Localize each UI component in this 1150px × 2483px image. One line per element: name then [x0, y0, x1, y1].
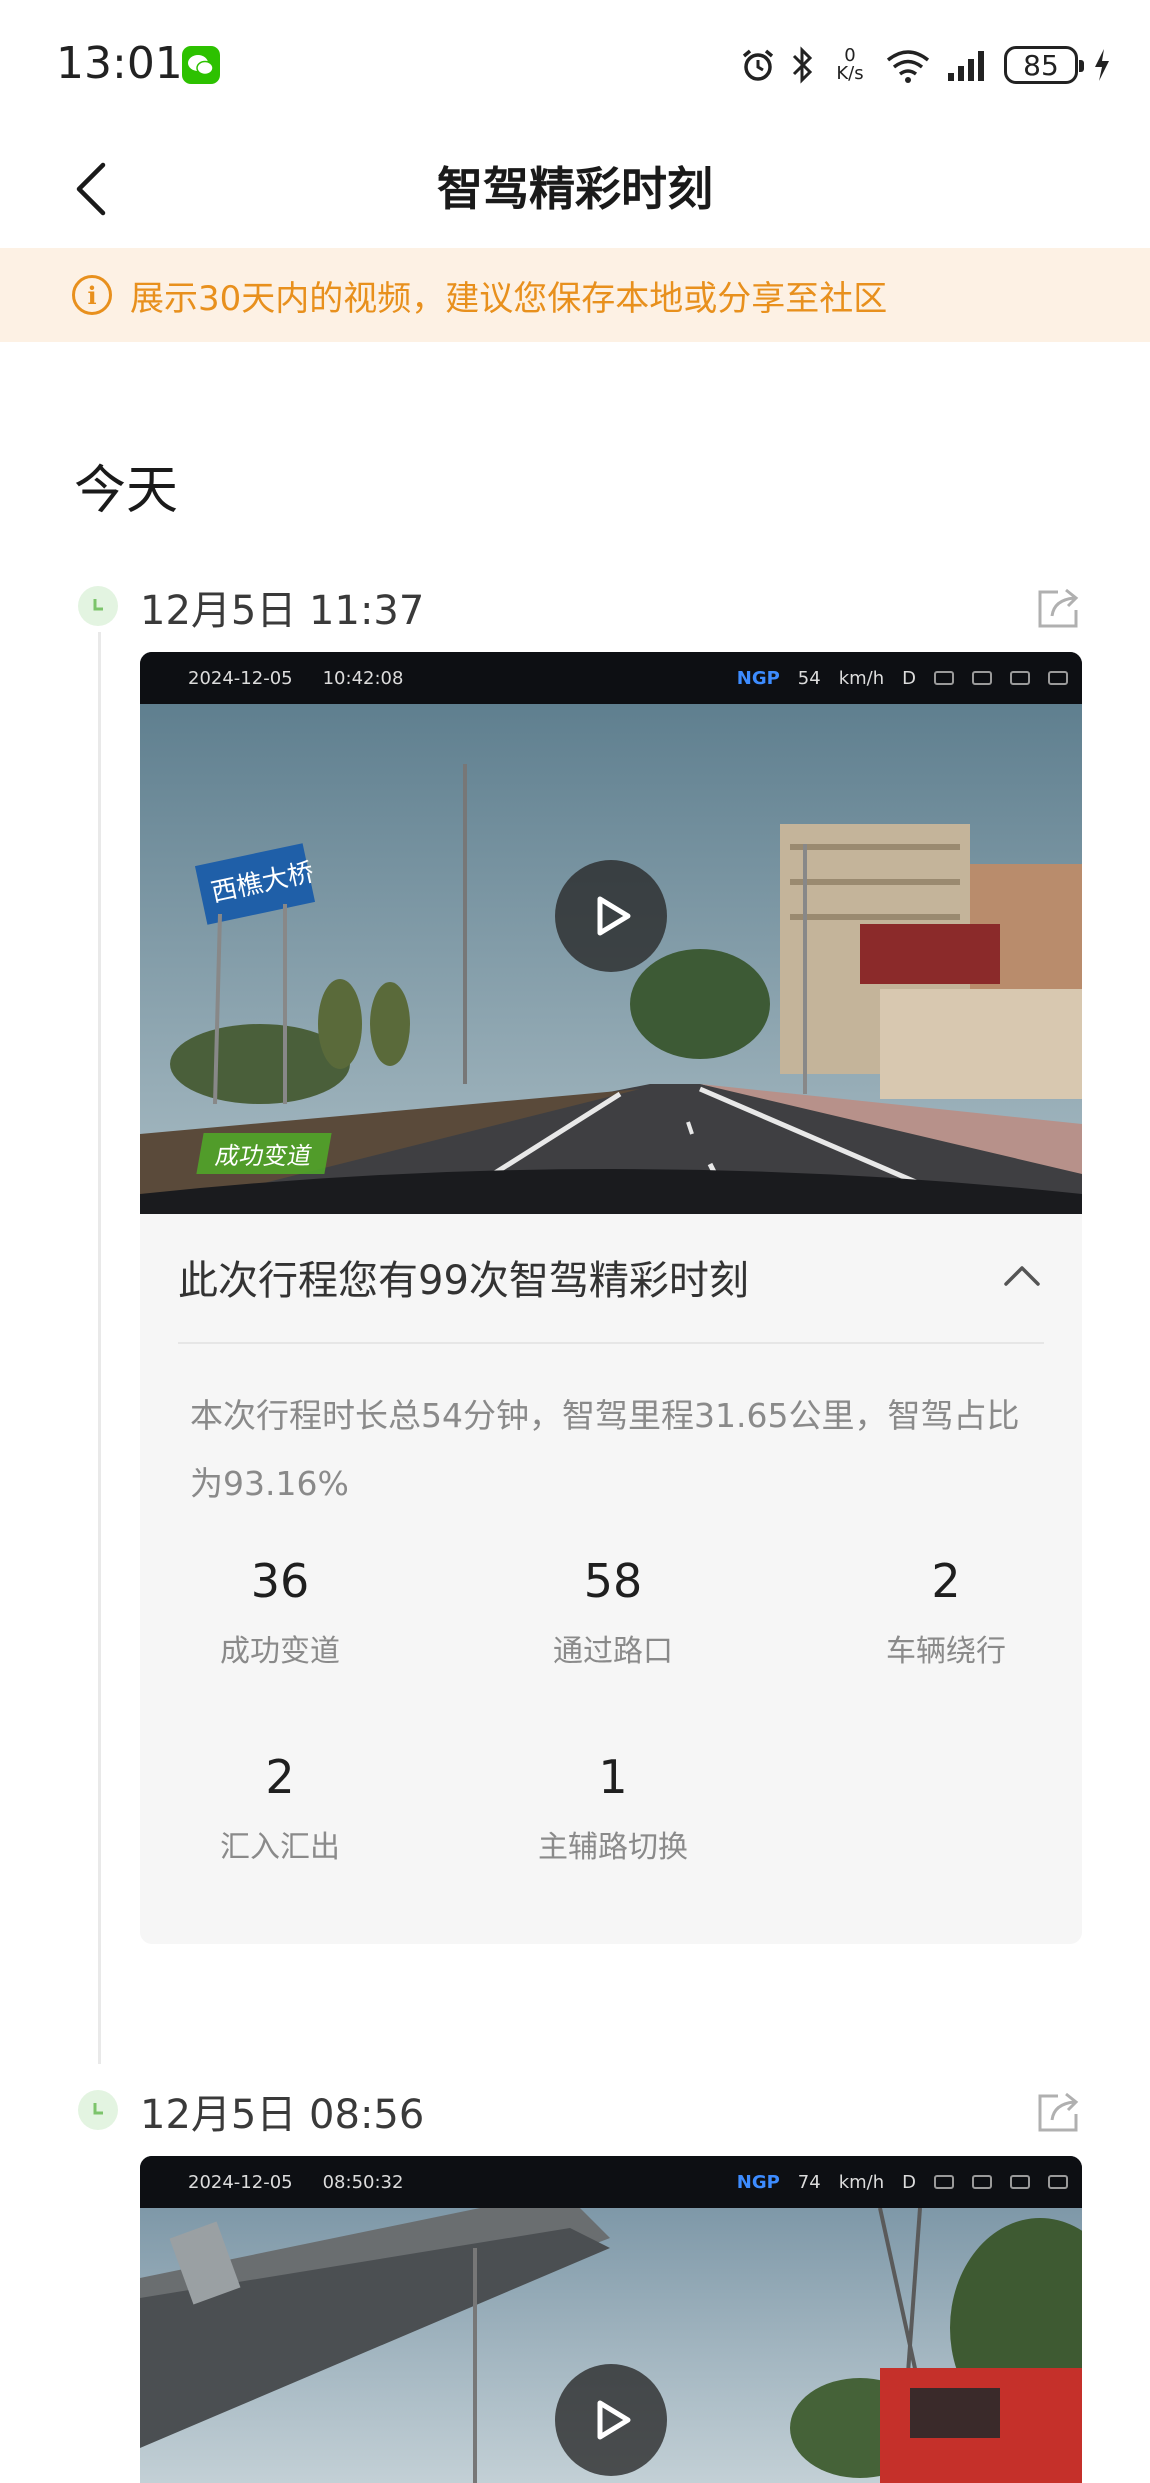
page-title: 智驾精彩时刻: [437, 162, 713, 216]
header: 智驾精彩时刻: [0, 130, 1150, 248]
hud-indicator-icon: [934, 2175, 954, 2189]
summary-headline: 此次行程您有99次智驾精彩时刻: [178, 1258, 749, 1304]
stat-label: 主辅路切换: [538, 1830, 688, 1865]
video-thumbnail[interactable]: 2024-12-05 10:42:08 NGP 54 km/h D 西樵大桥 成…: [140, 652, 1082, 1214]
hud-mode: NGP: [736, 2171, 780, 2193]
hud-indicator-icon: [972, 2175, 992, 2189]
share-button[interactable]: [1034, 584, 1082, 632]
notice-text: 展示30天内的视频，建议您保存本地或分享至社区: [130, 278, 888, 319]
status-time: 13:01: [56, 38, 183, 89]
clock-icon: [78, 586, 118, 626]
hud-indicator-icon: [934, 671, 954, 685]
hud-right: NGP 54 km/h D: [737, 652, 1068, 704]
stat-item: 2 汇入汇出: [130, 1750, 430, 1866]
stat-value: 2: [931, 1554, 961, 1608]
trip-time: 12月5日 08:56: [140, 2092, 425, 2138]
back-button[interactable]: [56, 154, 126, 224]
summary-description: 本次行程时长总54分钟，智驾里程31.65公里，智驾占比为93.16%: [190, 1396, 1020, 1503]
hud-time: 08:50:32: [322, 2171, 404, 2193]
video-hud: 2024-12-05 08:50:32 NGP 74 km/h D: [140, 2156, 1082, 2208]
wifi-icon: [886, 50, 930, 83]
hud-indicator-icon: [972, 671, 992, 685]
stat-label: 通过路口: [553, 1634, 673, 1669]
lane-change-badge: 成功变道: [196, 1133, 332, 1174]
video-thumbnail[interactable]: 2024-12-05 08:50:32 NGP 74 km/h D: [140, 2156, 1082, 2483]
stat-item: 1 主辅路切换: [463, 1750, 763, 1866]
stat-label: 汇入汇出: [220, 1830, 340, 1865]
hud-unit: km/h: [838, 2171, 885, 2193]
stat-item: 36 成功变道: [130, 1554, 430, 1670]
stat-value: 36: [250, 1554, 310, 1608]
hud-date: 2024-12-05: [188, 2171, 293, 2193]
play-icon: [597, 2400, 631, 2440]
hud-indicator-icon: [1048, 671, 1068, 685]
hud-unit: km/h: [838, 667, 885, 689]
trip-time: 12月5日 11:37: [140, 588, 425, 634]
back-arrow-icon: [76, 162, 106, 216]
stat-label: 成功变道: [220, 1634, 340, 1669]
stat-item: 2 车辆绕行: [796, 1554, 1096, 1670]
play-button[interactable]: [555, 2364, 667, 2476]
net-speed: 0 K/s: [830, 47, 870, 83]
stat-value: 1: [598, 1750, 628, 1804]
hud-indicator-icon: [1048, 2175, 1068, 2189]
battery-indicator: 85: [1004, 46, 1084, 84]
play-button[interactable]: [555, 860, 667, 972]
stat-item: 58 通过路口: [463, 1554, 763, 1670]
signal-icon: [948, 51, 984, 81]
play-icon: [597, 896, 631, 936]
hud-indicator-icon: [1010, 2175, 1030, 2189]
notice-banner: i 展示30天内的视频，建议您保存本地或分享至社区: [0, 248, 1150, 342]
alarm-icon: [742, 49, 774, 81]
hud-right: NGP 74 km/h D: [737, 2156, 1068, 2208]
collapse-button[interactable]: [1000, 1254, 1044, 1298]
hud-indicator-icon: [1010, 671, 1030, 685]
charging-icon: [1095, 49, 1109, 81]
status-bar: 13:01 0 K/s 85: [0, 0, 1150, 130]
status-icons: 0 K/s 85: [740, 40, 1112, 90]
clock-icon: [78, 2090, 118, 2130]
chevron-up-icon: [1004, 1266, 1040, 1286]
video-hud: 2024-12-05 10:42:08 NGP 54 km/h D: [140, 652, 1082, 704]
stat-value: 58: [583, 1554, 643, 1608]
hud-gear: D: [902, 667, 916, 689]
wechat-icon: [182, 46, 220, 84]
net-speed-unit: K/s: [836, 63, 864, 84]
share-icon: [1038, 588, 1079, 628]
hud-mode: NGP: [736, 667, 780, 689]
trip-summary-card: 此次行程您有99次智驾精彩时刻 本次行程时长总54分钟，智驾里程31.65公里，…: [140, 1214, 1082, 1944]
hud-date: 2024-12-05: [188, 667, 293, 689]
hud-time: 10:42:08: [322, 667, 404, 689]
share-icon: [1038, 2092, 1079, 2132]
share-button[interactable]: [1034, 2088, 1082, 2136]
timeline-line: [98, 632, 101, 2064]
divider: [178, 1342, 1044, 1344]
hud-speed: 74: [797, 2171, 821, 2193]
hud-speed: 54: [797, 667, 821, 689]
section-title: 今天: [74, 461, 179, 521]
hud-gear: D: [902, 2171, 916, 2193]
info-icon: i: [72, 275, 112, 315]
stat-label: 车辆绕行: [886, 1634, 1006, 1669]
bluetooth-icon: [792, 46, 813, 84]
stat-value: 2: [265, 1750, 295, 1804]
battery-level: 85: [1023, 48, 1059, 82]
